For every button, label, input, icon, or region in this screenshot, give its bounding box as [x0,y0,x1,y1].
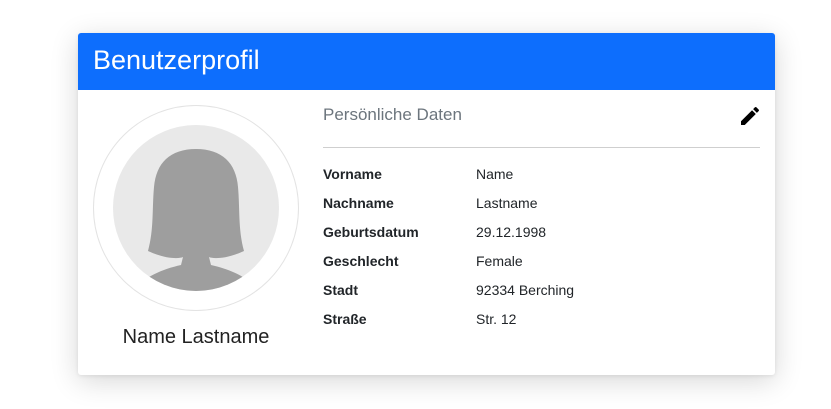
detail-label: Geburtsdatum [323,224,419,240]
profile-name: Name Lastname [122,326,270,348]
detail-value: Female [476,253,523,269]
card-header: Benutzerprofil [78,33,775,90]
detail-row-vorname: Vorname Name [323,163,760,192]
detail-row-nachname: Nachname Lastname [323,192,760,221]
detail-label: Nachname [323,195,394,211]
detail-row-geschlecht: Geschlecht Female [323,250,760,279]
pencil-icon[interactable] [738,104,762,128]
detail-row-stadt: Stadt 92334 Berching [323,279,760,308]
detail-value: Lastname [476,195,538,211]
detail-label: Vorname [323,166,382,182]
detail-label: Straße [323,311,367,327]
profile-card: Benutzerprofil Name Lastname Persönliche… [78,33,775,375]
card-title: Benutzerprofil [93,45,260,75]
section-title: Persönliche Daten [323,105,462,124]
detail-value: Name [476,166,514,182]
detail-label: Geschlecht [323,253,399,269]
detail-row-strasse: Straße Str. 12 [323,308,760,337]
details-list: Vorname Name Nachname Lastname Geburtsda… [323,163,760,337]
detail-value: 29.12.1998 [476,224,547,240]
female-silhouette-icon [113,125,279,291]
detail-value: 92334 Berching [476,282,575,298]
divider [323,147,760,148]
detail-label: Stadt [323,282,358,298]
detail-value: Str. 12 [476,311,517,327]
avatar [93,105,299,311]
detail-row-geburtsdatum: Geburtsdatum 29.12.1998 [323,221,760,250]
